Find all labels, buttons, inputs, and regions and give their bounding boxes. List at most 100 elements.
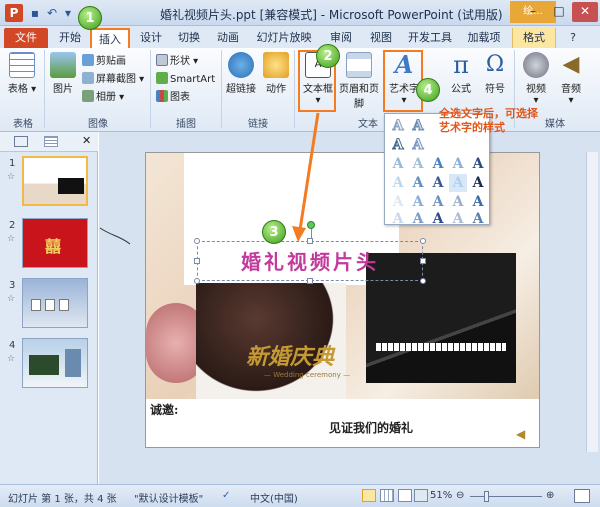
outline-tab-icon[interactable] (44, 136, 58, 147)
wordart-style[interactable]: A (389, 174, 407, 192)
tab-developer[interactable]: 开发工具 (404, 28, 456, 48)
spellcheck-icon[interactable]: ✓ (222, 490, 230, 501)
zoom-in-icon[interactable]: ⊕ (546, 490, 554, 501)
resize-handle[interactable] (194, 278, 200, 284)
slideshow-icon[interactable] (414, 489, 428, 502)
tab-home[interactable]: 开始 (52, 28, 88, 48)
wordart-style[interactable]: A (409, 193, 427, 211)
tab-slideshow[interactable]: 幻灯片放映 (252, 28, 316, 48)
qat-dropdown-icon[interactable]: ▾ (60, 5, 76, 21)
wordart-style[interactable]: A (389, 155, 407, 173)
slide-thumbnail-3[interactable] (22, 278, 88, 328)
zoom-slider-track[interactable] (470, 496, 542, 497)
thumb-number-3: 3 (9, 280, 16, 291)
wordart-style[interactable]: A (389, 136, 407, 154)
tab-design[interactable]: 设计 (134, 28, 168, 48)
wordart-style[interactable]: A (449, 193, 467, 211)
wordart-style[interactable]: A (389, 193, 407, 211)
slides-tab-icon[interactable] (14, 136, 28, 147)
slide-sorter-icon[interactable] (380, 489, 394, 502)
clipart-button[interactable]: 剪贴画 (82, 54, 126, 70)
symbol-button[interactable]: Ω 符号 (480, 52, 510, 95)
slide-thumbnail-2[interactable]: 囍 (22, 218, 88, 268)
wordart-style[interactable]: A (389, 210, 407, 228)
wordart-style[interactable]: A (389, 117, 407, 135)
step-badge-4: 4 (416, 78, 440, 102)
wordart-style[interactable]: A (429, 174, 447, 192)
wordart-style[interactable]: A (409, 210, 427, 228)
zoom-level[interactable]: 51% (430, 490, 452, 501)
wordart-style[interactable]: A (449, 174, 467, 192)
undo-icon[interactable]: ↶ (44, 5, 60, 21)
language-status[interactable]: 中文(中国) (250, 490, 298, 505)
title-text[interactable]: 婚礼视频片头 (198, 246, 422, 275)
video-button[interactable]: 视频 ▾ (520, 52, 552, 106)
resize-handle[interactable] (420, 238, 426, 244)
resize-handle[interactable] (307, 238, 313, 244)
save-icon[interactable]: ▪ (27, 5, 43, 21)
resize-handle[interactable] (420, 278, 426, 284)
header-footer-button[interactable]: 页眉和页脚 (336, 52, 382, 110)
wordart-style[interactable]: A (409, 136, 427, 154)
powerpoint-app-icon[interactable]: P (5, 4, 23, 22)
resize-handle[interactable] (307, 278, 313, 284)
instruction-note: 全选文字后，可选择艺术字的样式 (439, 107, 538, 134)
chart-button[interactable]: 图表 (156, 90, 190, 106)
shapes-button[interactable]: 形状 ▾ (156, 54, 198, 70)
thumb-star-icon: ☆ (7, 354, 16, 364)
wordart-style[interactable]: A (409, 174, 427, 192)
clipart-icon (82, 54, 94, 66)
zoom-out-icon[interactable]: ⊖ (456, 490, 464, 501)
hyperlink-button[interactable]: 超链接 (224, 52, 258, 95)
picture-button[interactable]: 图片 (48, 52, 78, 95)
maximize-icon[interactable]: □ (546, 2, 572, 22)
wordart-style[interactable]: A (469, 193, 487, 211)
equation-button[interactable]: π 公式 (446, 52, 476, 95)
tab-transitions[interactable]: 切换 (172, 28, 206, 48)
audio-button[interactable]: ◀ 音频 ▾ (556, 52, 586, 106)
slide-thumbnail-1[interactable] (22, 156, 88, 206)
theme-status[interactable]: "默认设计模板" (134, 490, 203, 505)
table-button[interactable]: 表格 ▾ (6, 52, 38, 95)
tab-animations[interactable]: 动画 (210, 28, 246, 48)
vertical-scrollbar[interactable] (586, 152, 598, 452)
wordart-style[interactable]: A (449, 210, 467, 228)
slide-thumbnail-4[interactable] (22, 338, 88, 388)
reading-view-icon[interactable] (398, 489, 412, 502)
fit-to-window-icon[interactable] (574, 489, 590, 503)
help-icon[interactable]: ? (566, 28, 580, 48)
album-button[interactable]: 相册 ▾ (82, 90, 124, 106)
group-separator (150, 50, 151, 128)
title-textbox[interactable]: 婚礼视频片头 (197, 241, 423, 281)
zoom-slider-thumb[interactable] (484, 491, 489, 502)
action-button[interactable]: 动作 (262, 52, 290, 95)
wordart-style[interactable]: A (429, 210, 447, 228)
normal-view-icon[interactable] (362, 489, 376, 502)
sound-icon[interactable]: ◀ (516, 427, 525, 441)
wordart-style[interactable]: A (429, 193, 447, 211)
wordart-style[interactable]: A (469, 210, 487, 228)
audio-label: 音频 (561, 84, 581, 95)
tab-format[interactable]: 格式 (512, 28, 556, 48)
wordart-style[interactable]: A (429, 155, 447, 173)
tab-insert[interactable]: 插入 (90, 28, 130, 48)
tab-file[interactable]: 文件 (4, 28, 48, 48)
star-action-icon (263, 52, 289, 78)
wordart-style[interactable]: A (409, 155, 427, 173)
minimize-icon[interactable]: – (520, 2, 546, 22)
smartart-button[interactable]: SmartArt (156, 72, 215, 88)
wordart-style[interactable]: A (409, 117, 427, 135)
wordart-style[interactable]: A (469, 155, 487, 173)
tab-view[interactable]: 视图 (364, 28, 398, 48)
wordart-style[interactable]: A (449, 155, 467, 173)
tab-addins[interactable]: 加载项 (462, 28, 506, 48)
resize-handle[interactable] (194, 238, 200, 244)
close-icon[interactable]: ✕ (572, 2, 598, 22)
window-title: 婚礼视频片头.ppt [兼容模式] - Microsoft PowerPoint… (160, 8, 503, 22)
wordart-style[interactable]: A (469, 174, 487, 192)
resize-handle[interactable] (194, 258, 200, 264)
rotate-handle[interactable] (307, 221, 315, 229)
resize-handle[interactable] (420, 258, 426, 264)
screenshot-button[interactable]: 屏幕截图 ▾ (82, 72, 144, 88)
close-pane-icon[interactable]: ✕ (82, 134, 91, 147)
